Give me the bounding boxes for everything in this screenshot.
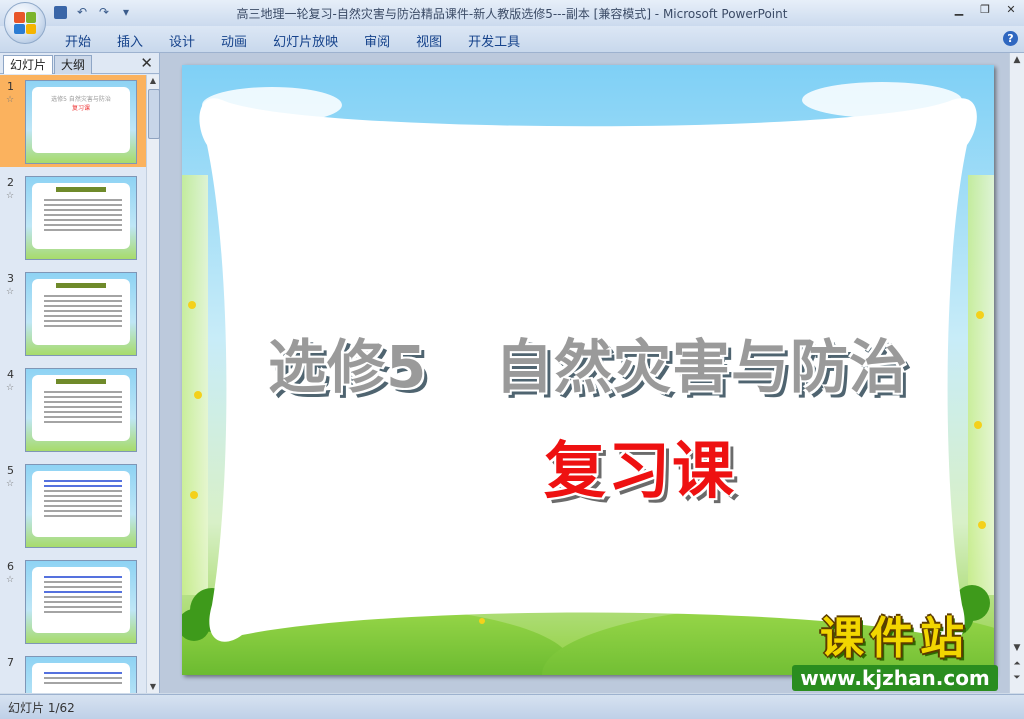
thumbnail-number: 1: [7, 80, 14, 93]
watermark-url: www.kjzhan.com: [792, 665, 998, 691]
slide-title-part2: 自然灾害与防治: [495, 333, 909, 401]
ribbon: 开始 插入 设计 动画 幻灯片放映 审阅 视图 开发工具 ?: [0, 26, 1024, 53]
close-icon[interactable]: ✕: [1002, 2, 1020, 18]
star-icon: ☆: [6, 479, 15, 489]
thumbnail-number: 3: [7, 272, 14, 285]
customize-qat-icon[interactable]: ▾: [118, 4, 134, 20]
title-bar: 高三地理一轮复习-自然灾害与防治精品课件-新人教版选修5---副本 [兼容模式]…: [0, 0, 1024, 26]
panel-tabs: 幻灯片 大纲 ✕: [0, 53, 159, 74]
thumbnail-slide-6[interactable]: 6 ☆: [0, 555, 146, 647]
thumbnail-image: 选修5 自然灾害与防治 复习课: [25, 80, 137, 164]
restore-icon[interactable]: ❐: [976, 2, 994, 18]
quick-access-toolbar: ↶ ↷ ▾: [52, 4, 134, 20]
watermark-logo: 课件站: [820, 613, 970, 664]
slides-panel: 幻灯片 大纲 ✕ 1 ☆ 选修5 自然灾害与防治 复习课 2 ☆ 3 ☆ 4 ☆…: [0, 53, 160, 693]
close-icon[interactable]: ✕: [140, 54, 153, 72]
thumbnail-image: [25, 656, 137, 693]
slide-subtitle[interactable]: 复习课: [544, 420, 736, 510]
redo-icon[interactable]: ↷: [96, 4, 112, 20]
thumbnail-slide-7[interactable]: 7: [0, 651, 146, 693]
panel-scrollbar[interactable]: ▲ ▼: [146, 75, 160, 693]
thumbnail-slide-3[interactable]: 3 ☆: [0, 267, 146, 359]
tab-developer[interactable]: 开发工具: [455, 31, 533, 50]
minimize-icon[interactable]: ▁: [950, 2, 968, 18]
scroll-down-icon[interactable]: ▼: [147, 681, 159, 693]
office-button[interactable]: [4, 2, 46, 44]
star-icon: ☆: [6, 287, 15, 297]
slide-editor: 选修5 自然灾害与防治 复习课: [160, 53, 1010, 693]
slide-counter: 幻灯片 1/62: [8, 701, 75, 715]
star-icon: ☆: [6, 95, 15, 105]
save-icon[interactable]: [52, 4, 68, 20]
thumbnail-number: 6: [7, 560, 14, 573]
tab-design[interactable]: 设计: [156, 31, 208, 50]
window-title: 高三地理一轮复习-自然灾害与防治精品课件-新人教版选修5---副本 [兼容模式]…: [236, 7, 788, 21]
thumbnail-image: [25, 176, 137, 260]
thumbnail-slide-5[interactable]: 5 ☆: [0, 459, 146, 551]
scroll-up-icon[interactable]: ▲: [1010, 55, 1024, 65]
tab-view[interactable]: 视图: [403, 31, 455, 50]
slide-title-part1: 选修5: [267, 333, 428, 401]
editor-scrollbar[interactable]: ▲ ▼ ⏶ ⏷: [1009, 53, 1024, 693]
slide-canvas[interactable]: 选修5 自然灾害与防治 复习课: [182, 65, 994, 675]
office-logo-icon: [14, 12, 36, 34]
thumbnail-number: 4: [7, 368, 14, 381]
window-controls: ▁ ❐ ✕: [950, 2, 1020, 18]
tab-animations[interactable]: 动画: [208, 31, 260, 50]
thumbnail-number: 2: [7, 176, 14, 189]
scrollbar-thumb[interactable]: [148, 89, 160, 139]
star-icon: ☆: [6, 575, 15, 585]
thumbnail-slide-1[interactable]: 1 ☆ 选修5 自然灾害与防治 复习课: [0, 75, 146, 167]
tab-slideshow[interactable]: 幻灯片放映: [260, 31, 351, 50]
tab-insert[interactable]: 插入: [104, 31, 156, 50]
thumbnail-image: [25, 464, 137, 548]
star-icon: ☆: [6, 383, 15, 393]
undo-icon[interactable]: ↶: [74, 4, 90, 20]
tab-outline[interactable]: 大纲: [54, 55, 93, 74]
thumbnail-slide-4[interactable]: 4 ☆: [0, 363, 146, 455]
thumbnail-image: [25, 368, 137, 452]
scroll-up-icon[interactable]: ▲: [147, 75, 159, 87]
thumbnail-image: [25, 560, 137, 644]
thumbnail-list: 1 ☆ 选修5 自然灾害与防治 复习课 2 ☆ 3 ☆ 4 ☆ 5 ☆ 6 ☆ …: [0, 75, 146, 693]
help-icon[interactable]: ?: [1003, 31, 1018, 46]
tab-home[interactable]: 开始: [52, 31, 104, 50]
thumbnail-slide-2[interactable]: 2 ☆: [0, 171, 146, 263]
tab-slides[interactable]: 幻灯片: [3, 55, 54, 74]
thumbnail-image: [25, 272, 137, 356]
status-bar: 幻灯片 1/62: [0, 694, 1024, 719]
thumbnail-number: 7: [7, 656, 14, 669]
tab-review[interactable]: 审阅: [351, 31, 403, 50]
thumbnail-number: 5: [7, 464, 14, 477]
watermark: 课件站 www.kjzhan.com: [775, 615, 1015, 691]
slide-title[interactable]: 选修5 自然灾害与防治: [182, 320, 994, 404]
ribbon-tabs: 开始 插入 设计 动画 幻灯片放映 审阅 视图 开发工具: [52, 31, 533, 50]
star-icon: ☆: [6, 191, 15, 201]
